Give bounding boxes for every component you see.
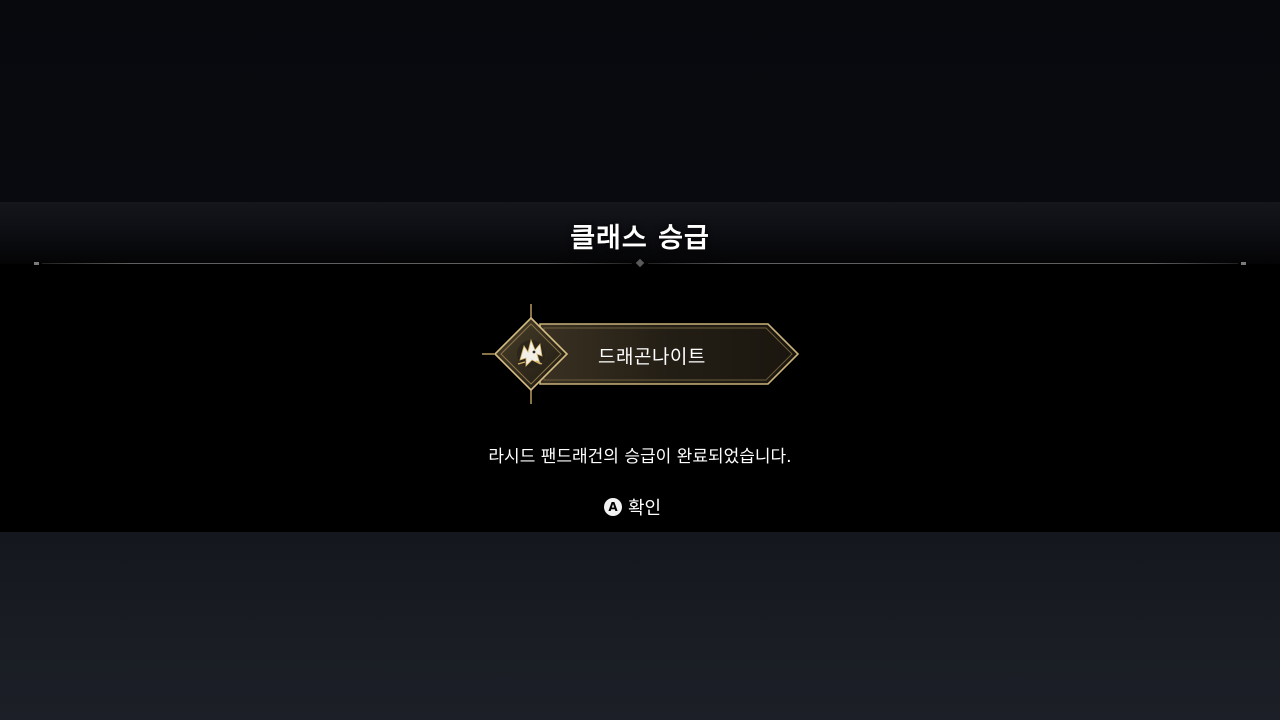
background-cloudy-sky xyxy=(0,532,1280,720)
confirm-button[interactable]: A 확인 xyxy=(604,494,661,520)
background-top xyxy=(0,0,1280,202)
confirm-label: 확인 xyxy=(628,498,662,519)
divider-end-left xyxy=(34,262,39,265)
title-divider-right xyxy=(648,263,1238,264)
title-divider-left xyxy=(42,263,632,264)
class-name: 드래곤나이트 xyxy=(598,346,706,368)
dialog-title: 클래스 승급 xyxy=(570,223,710,254)
divider-end-right xyxy=(1241,262,1246,265)
class-badge: 드래곤나이트 xyxy=(480,302,802,406)
game-screen: 클래스 승급 드래곤나이트 라시드 팬드래건의 승급이 완료되었습니다. A 확… xyxy=(0,0,1280,720)
promotion-message: 라시드 팬드래건의 승급이 완료되었습니다. xyxy=(488,447,792,467)
a-button-icon: A xyxy=(604,498,622,516)
class-promotion-dialog: 클래스 승급 드래곤나이트 라시드 팬드래건의 승급이 완료되었습니다. A 확… xyxy=(0,202,1280,532)
dragon-emblem-icon xyxy=(517,338,545,368)
